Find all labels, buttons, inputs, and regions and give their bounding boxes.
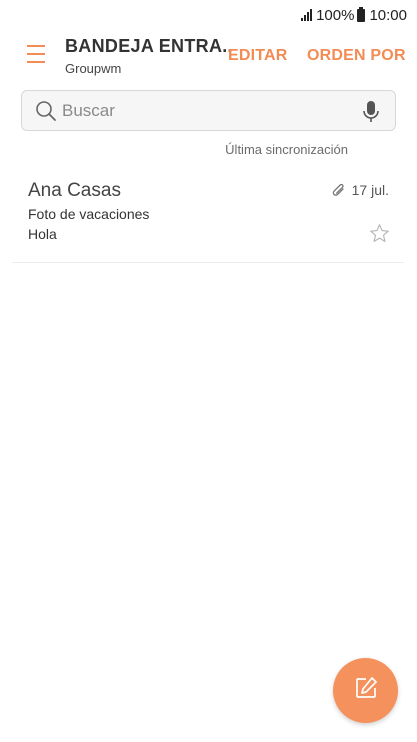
clock: 10:00 xyxy=(369,6,407,24)
app-bar: BANDEJA ENTRA.. Groupwm EDITAR ORDEN POR xyxy=(0,32,417,82)
last-sync-label: Última sincronización xyxy=(225,142,348,157)
title-block: BANDEJA ENTRA.. Groupwm xyxy=(65,36,233,76)
sort-button[interactable]: ORDEN POR xyxy=(307,47,406,65)
search-icon xyxy=(35,100,57,122)
attachment-icon xyxy=(332,183,346,198)
search-input[interactable] xyxy=(62,100,342,121)
status-bar: 100% 10:00 xyxy=(0,0,417,30)
message-preview: Hola xyxy=(28,226,57,242)
battery-icon xyxy=(357,6,366,22)
hamburger-menu-icon[interactable] xyxy=(27,45,45,63)
microphone-icon[interactable] xyxy=(361,100,381,124)
signal-icon xyxy=(301,9,313,21)
edit-button[interactable]: EDITAR xyxy=(228,47,288,65)
message-meta: 17 jul. xyxy=(332,182,389,198)
star-icon[interactable] xyxy=(369,223,390,244)
list-item[interactable]: Ana Casas 17 jul. Foto de vacaciones Hol… xyxy=(12,170,404,263)
message-sender: Ana Casas xyxy=(28,180,121,201)
compose-button[interactable] xyxy=(333,658,398,723)
page-title: BANDEJA ENTRA.. xyxy=(65,36,233,56)
battery-percentage: 100% xyxy=(316,6,355,24)
search-bar[interactable] xyxy=(21,90,396,131)
message-subject: Foto de vacaciones xyxy=(28,206,150,222)
compose-icon xyxy=(353,675,379,706)
message-date: 17 jul. xyxy=(351,182,389,198)
account-name: Groupwm xyxy=(65,61,122,76)
